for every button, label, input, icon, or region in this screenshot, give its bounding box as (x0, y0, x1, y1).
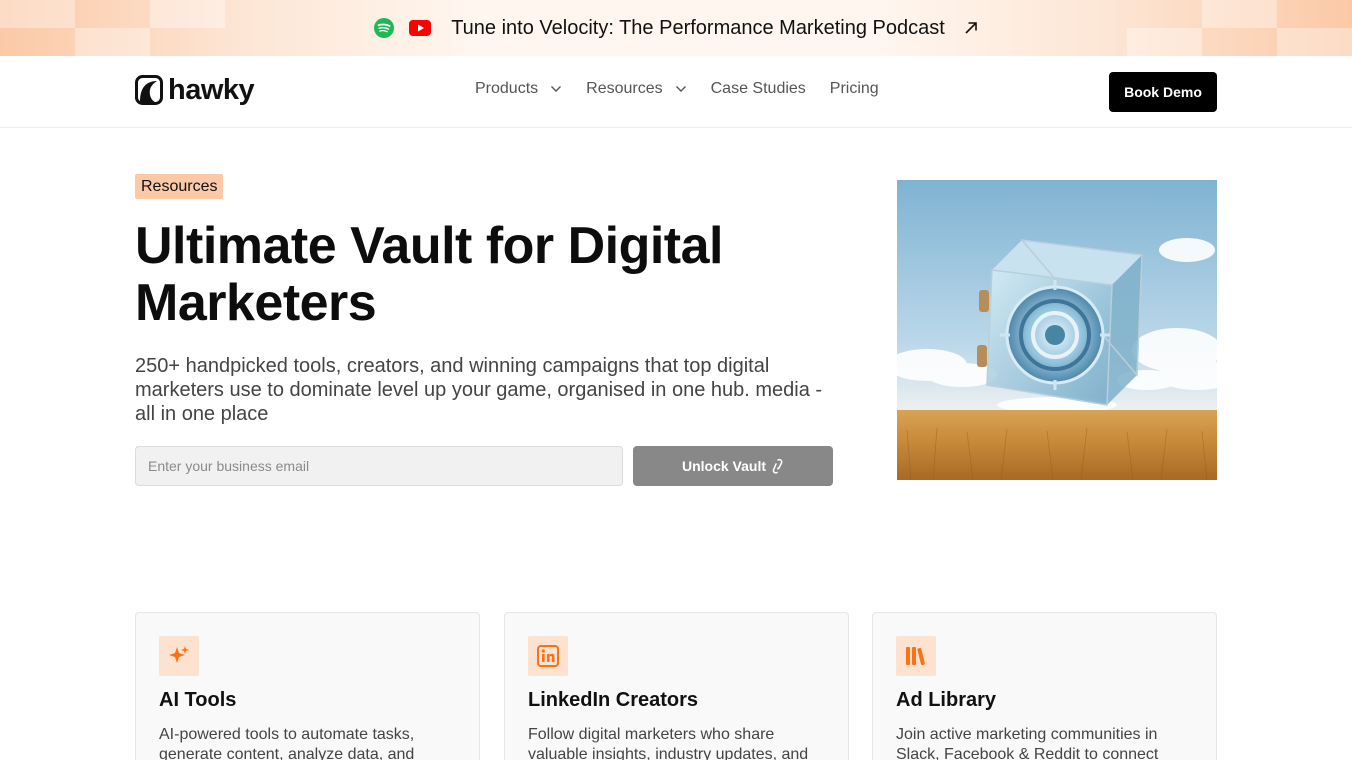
vault-illustration (897, 180, 1217, 480)
card-description: Follow digital marketers who share valua… (528, 726, 809, 760)
card-description: Join active marketing communities in Sla… (896, 726, 1159, 760)
card-ad-library[interactable]: Ad Library Join active marketing communi… (872, 612, 1217, 760)
library-icon (896, 636, 936, 676)
page-title: Ultimate Vault for Digital Marketers (135, 217, 723, 332)
email-field[interactable] (135, 446, 623, 486)
book-demo-button[interactable]: Book Demo (1109, 72, 1217, 112)
chevron-down-icon (550, 85, 562, 93)
chevron-down-icon (675, 85, 687, 93)
nav-item-products[interactable]: Products (475, 80, 562, 98)
nav-item-label: Case Studies (710, 80, 806, 97)
announcement-text[interactable]: Tune into Velocity: The Performance Mark… (451, 17, 945, 40)
hawky-logo-icon (135, 75, 163, 105)
card-title: LinkedIn Creators (528, 689, 699, 711)
card-description: AI-powered tools to automate tasks, gene… (159, 726, 415, 760)
nav-item-pricing[interactable]: Pricing (830, 80, 879, 98)
hero-subtitle: 250+ handpicked tools, creators, and win… (135, 355, 823, 425)
announcement-bar[interactable]: Tune into Velocity: The Performance Mark… (0, 0, 1352, 56)
youtube-icon[interactable] (409, 17, 432, 39)
logo[interactable]: hawky (135, 74, 255, 106)
nav-item-label: Resources (586, 80, 663, 97)
nav-item-label: Products (475, 80, 539, 97)
logo-text: hawky (168, 74, 255, 106)
card-ai-tools[interactable]: AI Tools AI-powered tools to automate ta… (135, 612, 480, 760)
nav-item-resources[interactable]: Resources (586, 80, 686, 98)
card-linkedin-creators[interactable]: LinkedIn Creators Follow digital markete… (504, 612, 849, 760)
spotify-icon[interactable] (373, 17, 395, 39)
linkedin-icon (528, 636, 568, 676)
top-navigation: hawky Products Resources Case Studies Pr… (0, 56, 1352, 128)
nav-menu: Products Resources Case Studies Pricing (475, 80, 879, 98)
nav-item-label: Pricing (829, 80, 879, 97)
resources-tag: Resources (135, 174, 224, 199)
card-title: Ad Library (896, 689, 997, 711)
unlock-vault-button[interactable]: Unlock Vault (633, 446, 833, 486)
nav-item-case-studies[interactable]: Case Studies (711, 80, 806, 98)
arrow-up-right-icon[interactable] (963, 20, 979, 36)
sparkle-icon (159, 636, 199, 676)
card-title: AI Tools (159, 689, 237, 711)
unlock-vault-label: Unlock Vault (681, 458, 767, 474)
unlock-icon (772, 458, 784, 474)
